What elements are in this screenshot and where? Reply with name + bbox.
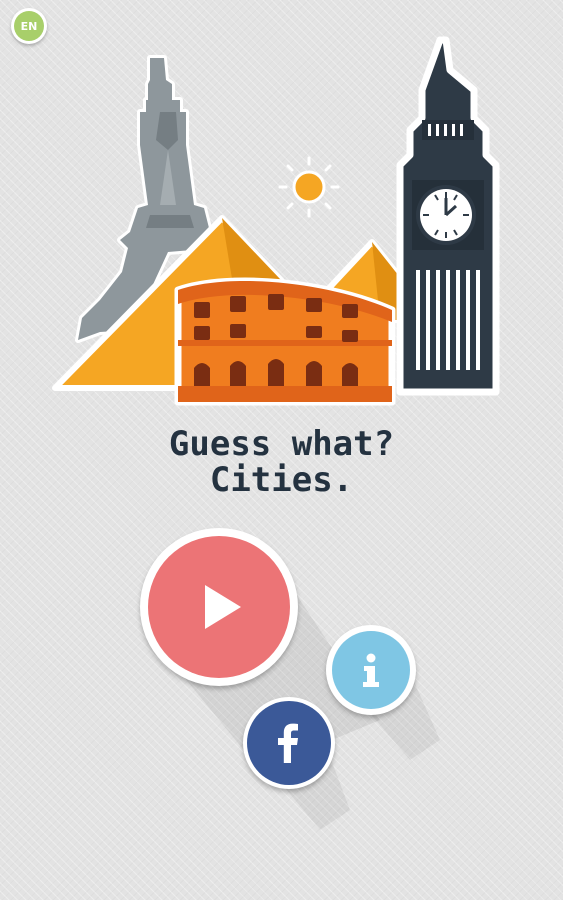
facebook-icon	[278, 723, 298, 763]
facebook-button[interactable]	[243, 697, 335, 789]
play-icon	[205, 585, 241, 629]
big-ben-icon	[396, 36, 500, 396]
game-title-line1: Guess what?	[168, 424, 395, 464]
play-button[interactable]	[140, 528, 298, 686]
colosseum-icon	[174, 277, 396, 406]
info-button[interactable]	[326, 625, 416, 715]
game-title-line2: Cities.	[209, 460, 354, 500]
landmarks-illustration	[52, 36, 500, 406]
sun-icon	[278, 156, 340, 218]
info-icon	[363, 653, 379, 687]
